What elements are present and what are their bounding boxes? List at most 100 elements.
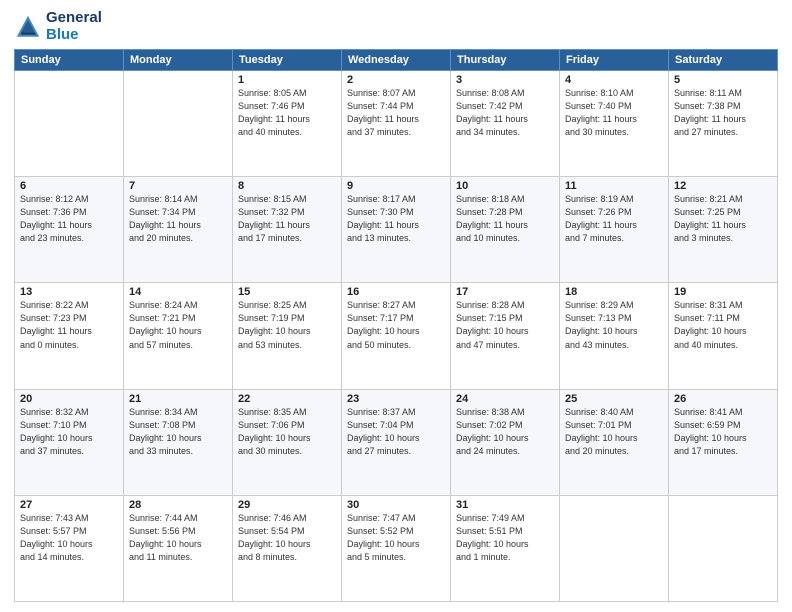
day-number: 2 [347,74,445,86]
day-number: 22 [238,393,336,405]
calendar-cell: 12Sunrise: 8:21 AMSunset: 7:25 PMDayligh… [669,177,778,283]
day-info: Sunrise: 7:44 AMSunset: 5:56 PMDaylight:… [129,512,227,564]
day-info: Sunrise: 8:14 AMSunset: 7:34 PMDaylight:… [129,193,227,245]
day-info: Sunrise: 7:47 AMSunset: 5:52 PMDaylight:… [347,512,445,564]
day-info: Sunrise: 8:18 AMSunset: 7:28 PMDaylight:… [456,193,554,245]
calendar-cell: 23Sunrise: 8:37 AMSunset: 7:04 PMDayligh… [342,389,451,495]
day-number: 10 [456,180,554,192]
day-header-saturday: Saturday [669,50,778,71]
calendar-cell: 1Sunrise: 8:05 AMSunset: 7:46 PMDaylight… [233,71,342,177]
day-info: Sunrise: 8:29 AMSunset: 7:13 PMDaylight:… [565,299,663,351]
header: General Blue [14,10,778,43]
calendar-cell: 24Sunrise: 8:38 AMSunset: 7:02 PMDayligh… [451,389,560,495]
calendar-cell: 30Sunrise: 7:47 AMSunset: 5:52 PMDayligh… [342,495,451,601]
calendar-header: SundayMondayTuesdayWednesdayThursdayFrid… [15,50,778,71]
day-number: 25 [565,393,663,405]
calendar-cell: 3Sunrise: 8:08 AMSunset: 7:42 PMDaylight… [451,71,560,177]
day-number: 5 [674,74,772,86]
day-number: 23 [347,393,445,405]
calendar-week-3: 13Sunrise: 8:22 AMSunset: 7:23 PMDayligh… [15,283,778,389]
calendar-week-4: 20Sunrise: 8:32 AMSunset: 7:10 PMDayligh… [15,389,778,495]
day-number: 13 [20,286,118,298]
day-info: Sunrise: 8:07 AMSunset: 7:44 PMDaylight:… [347,87,445,139]
day-info: Sunrise: 8:11 AMSunset: 7:38 PMDaylight:… [674,87,772,139]
day-number: 30 [347,499,445,511]
page: General Blue SundayMondayTuesdayWednesda… [0,0,792,612]
day-number: 17 [456,286,554,298]
day-number: 3 [456,74,554,86]
day-number: 1 [238,74,336,86]
day-number: 29 [238,499,336,511]
day-info: Sunrise: 8:40 AMSunset: 7:01 PMDaylight:… [565,406,663,458]
day-info: Sunrise: 8:27 AMSunset: 7:17 PMDaylight:… [347,299,445,351]
calendar-cell: 26Sunrise: 8:41 AMSunset: 6:59 PMDayligh… [669,389,778,495]
logo-text: General Blue [46,10,102,43]
calendar-cell [15,71,124,177]
day-info: Sunrise: 8:08 AMSunset: 7:42 PMDaylight:… [456,87,554,139]
calendar-table: SundayMondayTuesdayWednesdayThursdayFrid… [14,49,778,602]
day-header-tuesday: Tuesday [233,50,342,71]
day-number: 6 [20,180,118,192]
calendar-cell: 22Sunrise: 8:35 AMSunset: 7:06 PMDayligh… [233,389,342,495]
day-info: Sunrise: 7:46 AMSunset: 5:54 PMDaylight:… [238,512,336,564]
day-header-row: SundayMondayTuesdayWednesdayThursdayFrid… [15,50,778,71]
day-number: 11 [565,180,663,192]
day-header-monday: Monday [124,50,233,71]
day-number: 31 [456,499,554,511]
day-number: 24 [456,393,554,405]
day-number: 16 [347,286,445,298]
calendar-cell: 8Sunrise: 8:15 AMSunset: 7:32 PMDaylight… [233,177,342,283]
calendar-cell: 20Sunrise: 8:32 AMSunset: 7:10 PMDayligh… [15,389,124,495]
day-number: 21 [129,393,227,405]
day-header-thursday: Thursday [451,50,560,71]
day-number: 8 [238,180,336,192]
calendar-cell: 28Sunrise: 7:44 AMSunset: 5:56 PMDayligh… [124,495,233,601]
day-info: Sunrise: 8:38 AMSunset: 7:02 PMDaylight:… [456,406,554,458]
calendar-cell: 14Sunrise: 8:24 AMSunset: 7:21 PMDayligh… [124,283,233,389]
day-info: Sunrise: 8:17 AMSunset: 7:30 PMDaylight:… [347,193,445,245]
day-number: 27 [20,499,118,511]
day-info: Sunrise: 8:21 AMSunset: 7:25 PMDaylight:… [674,193,772,245]
calendar-cell: 27Sunrise: 7:43 AMSunset: 5:57 PMDayligh… [15,495,124,601]
day-number: 28 [129,499,227,511]
calendar-cell: 4Sunrise: 8:10 AMSunset: 7:40 PMDaylight… [560,71,669,177]
calendar-cell: 17Sunrise: 8:28 AMSunset: 7:15 PMDayligh… [451,283,560,389]
day-info: Sunrise: 8:05 AMSunset: 7:46 PMDaylight:… [238,87,336,139]
day-number: 12 [674,180,772,192]
calendar-cell [560,495,669,601]
calendar-body: 1Sunrise: 8:05 AMSunset: 7:46 PMDaylight… [15,71,778,602]
logo-icon [14,13,42,41]
calendar-cell [669,495,778,601]
calendar-cell: 15Sunrise: 8:25 AMSunset: 7:19 PMDayligh… [233,283,342,389]
calendar-week-1: 1Sunrise: 8:05 AMSunset: 7:46 PMDaylight… [15,71,778,177]
day-number: 26 [674,393,772,405]
day-number: 4 [565,74,663,86]
day-info: Sunrise: 8:37 AMSunset: 7:04 PMDaylight:… [347,406,445,458]
day-info: Sunrise: 7:43 AMSunset: 5:57 PMDaylight:… [20,512,118,564]
day-info: Sunrise: 8:35 AMSunset: 7:06 PMDaylight:… [238,406,336,458]
calendar-cell: 9Sunrise: 8:17 AMSunset: 7:30 PMDaylight… [342,177,451,283]
day-info: Sunrise: 8:25 AMSunset: 7:19 PMDaylight:… [238,299,336,351]
day-number: 14 [129,286,227,298]
day-number: 19 [674,286,772,298]
day-info: Sunrise: 8:28 AMSunset: 7:15 PMDaylight:… [456,299,554,351]
day-info: Sunrise: 8:32 AMSunset: 7:10 PMDaylight:… [20,406,118,458]
calendar-cell: 11Sunrise: 8:19 AMSunset: 7:26 PMDayligh… [560,177,669,283]
day-header-friday: Friday [560,50,669,71]
day-info: Sunrise: 8:34 AMSunset: 7:08 PMDaylight:… [129,406,227,458]
day-info: Sunrise: 7:49 AMSunset: 5:51 PMDaylight:… [456,512,554,564]
calendar-cell [124,71,233,177]
day-info: Sunrise: 8:15 AMSunset: 7:32 PMDaylight:… [238,193,336,245]
logo: General Blue [14,10,102,43]
calendar-cell: 7Sunrise: 8:14 AMSunset: 7:34 PMDaylight… [124,177,233,283]
day-info: Sunrise: 8:10 AMSunset: 7:40 PMDaylight:… [565,87,663,139]
day-number: 7 [129,180,227,192]
calendar-cell: 18Sunrise: 8:29 AMSunset: 7:13 PMDayligh… [560,283,669,389]
calendar-cell: 29Sunrise: 7:46 AMSunset: 5:54 PMDayligh… [233,495,342,601]
day-header-sunday: Sunday [15,50,124,71]
calendar-week-2: 6Sunrise: 8:12 AMSunset: 7:36 PMDaylight… [15,177,778,283]
day-info: Sunrise: 8:22 AMSunset: 7:23 PMDaylight:… [20,299,118,351]
calendar-cell: 25Sunrise: 8:40 AMSunset: 7:01 PMDayligh… [560,389,669,495]
day-info: Sunrise: 8:41 AMSunset: 6:59 PMDaylight:… [674,406,772,458]
day-number: 20 [20,393,118,405]
